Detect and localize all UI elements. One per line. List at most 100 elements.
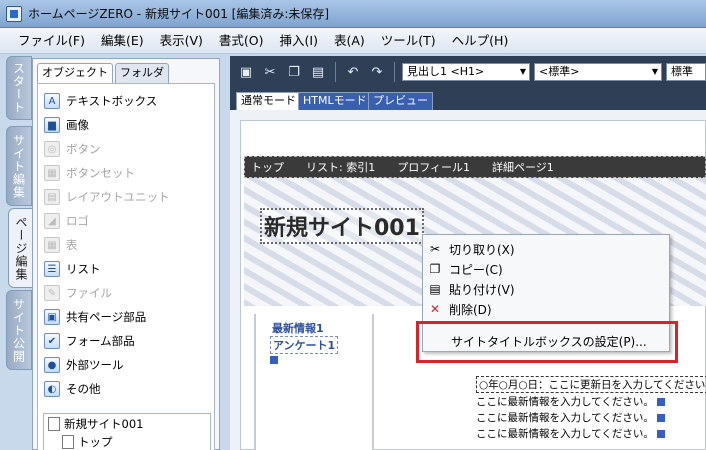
editor-toolbar: ▣ ✂ ❐ ▤ ↶ ↷ 見出し1 <H1> ▼ <標準> ▼ 標準 — [230, 56, 706, 88]
object-item-file: ✎ ファイル — [44, 282, 112, 304]
site-tree: 新規サイト001 トップ — [43, 413, 211, 450]
object-item-list[interactable]: ☰ リスト — [44, 258, 101, 280]
menu-view[interactable]: 表示(V) — [152, 30, 211, 52]
heading-select-value: 見出し1 <H1> — [407, 65, 485, 78]
save-icon[interactable]: ▣ — [236, 62, 256, 82]
menu-file[interactable]: ファイル(F) — [10, 30, 93, 52]
update-row[interactable]: ここに最新情報を入力してください。 — [476, 410, 665, 425]
side-tab-start[interactable]: スタート — [6, 56, 32, 120]
object-label: ファイル — [66, 286, 112, 300]
object-item-layout-unit: ▤ レイアウトユニット — [44, 186, 170, 208]
image-icon: ▆ — [44, 117, 60, 133]
object-item-shared-parts[interactable]: ▣ 共有ページ部品 — [44, 306, 146, 328]
heading-select[interactable]: 見出し1 <H1> ▼ — [402, 63, 530, 81]
external-tool-icon: ● — [44, 357, 60, 373]
site-nav-bar[interactable]: トップ リスト: 索引1 プロフィール1 詳細ページ1 — [244, 156, 706, 178]
copy-icon[interactable]: ❐ — [284, 62, 304, 82]
nav-item-list[interactable]: リスト: 索引1 — [306, 159, 375, 175]
site-icon — [48, 417, 60, 431]
object-item-other[interactable]: ◐ その他 — [44, 378, 101, 400]
panel-tabs: オブジェクト フォルダ — [37, 63, 169, 83]
title-bar: ホームページZERO - 新規サイト001 [編集済み:未保存] — [0, 0, 706, 28]
paragraph-mark-icon — [270, 356, 278, 364]
object-list: A テキストボックス ▆ 画像 ◎ ボタン ▦ ボタンセット ▤ レイアウトユニ… — [37, 83, 215, 450]
window-title: ホームページZERO - 新規サイト001 [編集済み:未保存] — [28, 7, 330, 21]
button-set-icon: ▦ — [44, 165, 60, 181]
menu-bar: ファイル(F) 編集(E) 表示(V) 書式(O) 挿入(I) 表(A) ツール… — [0, 28, 706, 54]
menu-edit[interactable]: 編集(E) — [93, 30, 152, 52]
shared-parts-icon: ▣ — [44, 309, 60, 325]
object-item-table: ▦ 表 — [44, 234, 78, 256]
app-icon — [6, 5, 22, 22]
update-text: ここに最新情報を入力してください。 — [476, 428, 654, 440]
menu-label: コピー(C) — [449, 262, 503, 277]
tab-folder[interactable]: フォルダ — [115, 63, 169, 83]
nav-item-profile[interactable]: プロフィール1 — [397, 159, 470, 175]
site-title-box[interactable]: 新規サイト001 — [260, 208, 424, 244]
menu-label: 削除(D) — [449, 302, 492, 317]
button-icon: ◎ — [44, 141, 60, 157]
mode-tabs: 通常モード HTMLモード プレビュー — [230, 88, 706, 110]
layout-unit-icon: ▤ — [44, 189, 60, 205]
other-icon: ◐ — [44, 381, 60, 397]
object-label: 共有ページ部品 — [66, 310, 147, 324]
size-select[interactable]: 標準 — [666, 63, 706, 81]
redo-icon[interactable]: ↷ — [367, 62, 387, 82]
menu-item-paste[interactable]: ▤ 貼り付け(V) — [427, 279, 514, 299]
list-icon: ☰ — [44, 261, 60, 277]
paragraph-mark-icon — [656, 429, 665, 438]
news-area: ○年○月○日：ここに更新日を入力してください ここに最新情報を入力してください。… — [476, 376, 706, 450]
object-item-button: ◎ ボタン — [44, 138, 101, 160]
nav-item-top[interactable]: トップ — [251, 159, 284, 175]
object-label: リスト — [66, 262, 101, 276]
object-item-form-parts[interactable]: ✔ フォーム部品 — [44, 330, 135, 352]
nav-item-detail[interactable]: 詳細ページ1 — [492, 159, 554, 175]
tree-item-top[interactable]: トップ — [62, 434, 113, 450]
update-date-row[interactable]: ○年○月○日：ここに更新日を入力してください — [476, 376, 706, 393]
side-tab-site-edit[interactable]: サイト編集 — [6, 126, 32, 206]
object-item-text-box[interactable]: A テキストボックス — [44, 90, 157, 112]
object-item-image[interactable]: ▆ 画像 — [44, 114, 89, 136]
side-link-survey[interactable]: アンケート1 — [270, 336, 339, 354]
logo-icon: ◢ — [44, 213, 60, 229]
object-item-external-tool[interactable]: ● 外部ツール — [44, 354, 124, 376]
update-row[interactable]: ここに最新情報を入力してください。 — [476, 394, 665, 409]
tab-objects[interactable]: オブジェクト — [37, 63, 113, 83]
tree-item-site[interactable]: 新規サイト001 — [48, 416, 143, 432]
tree-label: トップ — [78, 435, 113, 449]
paste-icon: ▤ — [429, 282, 441, 296]
menu-item-copy[interactable]: ❐ コピー(C) — [427, 259, 503, 279]
menu-item-cut[interactable]: ✂ 切り取り(X) — [427, 239, 515, 259]
menu-help[interactable]: ヘルプ(H) — [444, 30, 517, 52]
object-label: ボタンセット — [66, 166, 135, 180]
paragraph-mark-icon — [656, 413, 665, 422]
menu-tools[interactable]: ツール(T) — [373, 30, 444, 52]
menu-item-delete[interactable]: ✕ 削除(D) — [427, 299, 492, 319]
toolbar-divider — [394, 62, 395, 82]
object-item-logo: ◢ ロゴ — [44, 210, 89, 232]
chevron-down-icon: ▼ — [651, 67, 658, 76]
object-label: レイアウトユニット — [66, 190, 170, 204]
tab-html-mode[interactable]: HTMLモード — [298, 92, 372, 110]
object-label: ボタン — [66, 142, 101, 156]
menu-format[interactable]: 書式(O) — [211, 30, 272, 52]
menu-label: 切り取り(X) — [449, 242, 515, 257]
menu-table[interactable]: 表(A) — [326, 30, 373, 52]
side-tab-page-edit[interactable]: ページ編集 — [8, 208, 34, 288]
update-row[interactable]: ここに最新情報を入力してください。 — [476, 426, 665, 441]
side-tab-site-publish[interactable]: サイト公開 — [6, 290, 32, 370]
style-select-value: <標準> — [539, 65, 580, 78]
table-icon: ▦ — [44, 237, 60, 253]
scissors-icon[interactable]: ✂ — [260, 62, 280, 82]
tab-preview[interactable]: プレビュー — [368, 92, 433, 110]
text-box-icon: A — [44, 93, 60, 109]
update-date: ○年○月○日：ここに更新日を入力してください — [479, 379, 706, 391]
style-select[interactable]: <標準> ▼ — [534, 63, 662, 81]
side-link-news[interactable]: 最新情報1 — [270, 320, 326, 336]
undo-icon[interactable]: ↶ — [343, 62, 363, 82]
paste-icon[interactable]: ▤ — [308, 62, 328, 82]
file-icon: ✎ — [44, 285, 60, 301]
highlight-box — [416, 321, 678, 363]
tab-normal-mode[interactable]: 通常モード — [236, 92, 301, 110]
menu-insert[interactable]: 挿入(I) — [272, 30, 326, 52]
